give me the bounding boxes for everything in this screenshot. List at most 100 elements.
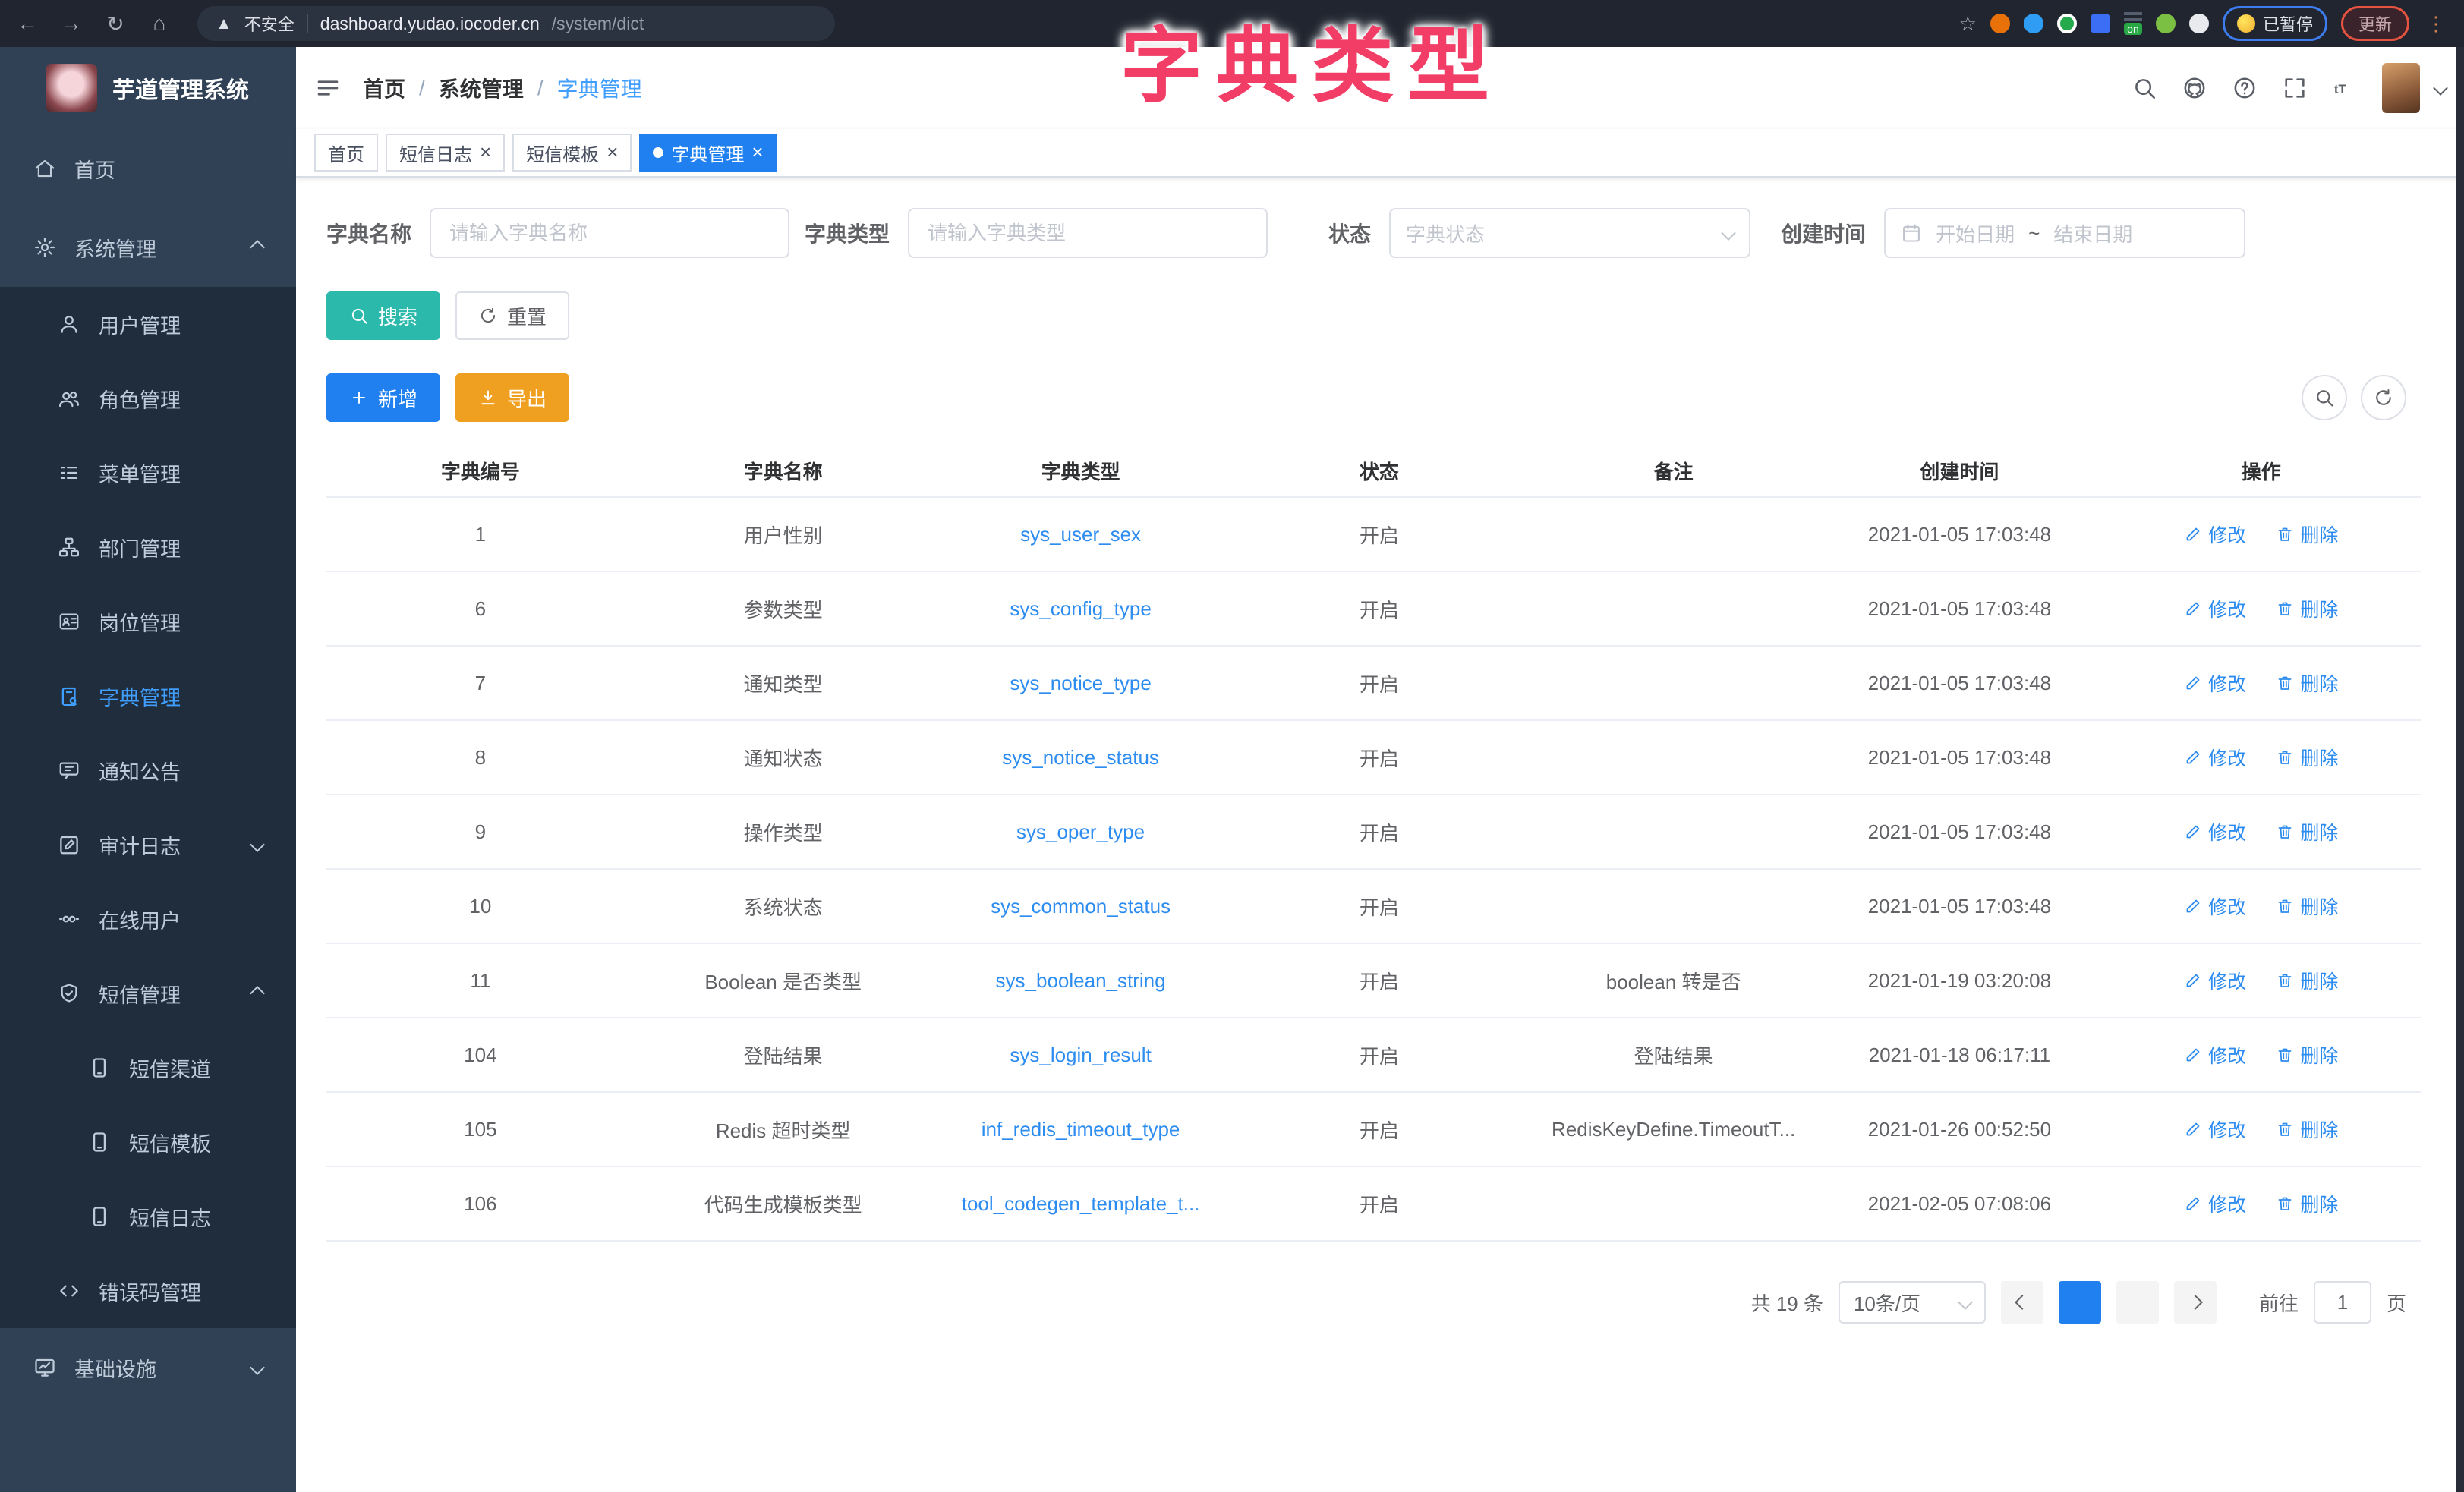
view-tab[interactable]: 首页 bbox=[314, 134, 378, 172]
forward-icon[interactable]: → bbox=[59, 11, 83, 36]
dict-type-link[interactable]: sys_boolean_string bbox=[996, 969, 1166, 992]
sidebar-item[interactable]: 部门管理 bbox=[0, 510, 296, 584]
scrollbar[interactable] bbox=[2456, 47, 2464, 1492]
edit-link[interactable]: 修改 bbox=[2184, 595, 2246, 622]
sidebar-item[interactable]: 基础设施 bbox=[0, 1328, 296, 1407]
edit-link[interactable]: 修改 bbox=[2184, 892, 2246, 920]
edit-link[interactable]: 修改 bbox=[2184, 967, 2246, 994]
browser-menu-icon[interactable]: ⋮ bbox=[2423, 12, 2449, 36]
sidebar-item[interactable]: 在线用户 bbox=[0, 882, 296, 956]
sidebar-item[interactable]: 角色管理 bbox=[0, 361, 296, 436]
delete-link[interactable]: 删除 bbox=[2276, 744, 2338, 771]
delete-link[interactable]: 删除 bbox=[2276, 967, 2338, 994]
page-number-button[interactable] bbox=[2059, 1281, 2101, 1324]
font-size-icon[interactable]: tT bbox=[2332, 75, 2358, 101]
sidebar-item[interactable]: 短信渠道 bbox=[0, 1031, 296, 1105]
delete-link[interactable]: 删除 bbox=[2276, 1116, 2338, 1143]
view-tab[interactable]: 短信模板 bbox=[512, 134, 632, 172]
dict-type-link[interactable]: sys_oper_type bbox=[1016, 820, 1145, 843]
sidebar-item[interactable]: 短信模板 bbox=[0, 1105, 296, 1179]
dict-type-input[interactable] bbox=[908, 208, 1268, 258]
extension-icon[interactable] bbox=[1990, 14, 2010, 33]
delete-link[interactable]: 删除 bbox=[2276, 1190, 2338, 1217]
fullscreen-icon[interactable] bbox=[2282, 75, 2308, 101]
back-icon[interactable]: ← bbox=[15, 11, 39, 36]
dict-type-link[interactable]: tool_codegen_template_t... bbox=[962, 1192, 1200, 1215]
github-icon[interactable] bbox=[2182, 75, 2207, 101]
dict-type-link[interactable]: sys_login_result bbox=[1010, 1043, 1151, 1066]
tab-close-icon[interactable] bbox=[751, 142, 763, 164]
export-button[interactable]: 导出 bbox=[455, 373, 569, 422]
breadcrumb-home[interactable]: 首页 bbox=[363, 73, 405, 103]
sidebar-item[interactable]: 用户管理 bbox=[0, 287, 296, 361]
browser-update-button[interactable]: 更新 bbox=[2341, 6, 2409, 41]
date-range-picker[interactable]: 开始日期 ~ 结束日期 bbox=[1884, 208, 2245, 258]
extension-icon[interactable] bbox=[2057, 14, 2077, 33]
edit-link[interactable]: 修改 bbox=[2184, 1041, 2246, 1069]
user-avatar[interactable] bbox=[2382, 63, 2420, 113]
view-tab[interactable]: 字典管理 bbox=[639, 134, 777, 172]
edit-link[interactable]: 修改 bbox=[2184, 744, 2246, 771]
show-search-button[interactable] bbox=[2302, 375, 2347, 420]
extension-icon[interactable] bbox=[2156, 14, 2176, 33]
edit-link[interactable]: 修改 bbox=[2184, 1190, 2246, 1217]
refresh-table-button[interactable] bbox=[2361, 375, 2406, 420]
delete-link[interactable]: 删除 bbox=[2276, 892, 2338, 920]
add-button[interactable]: 新增 bbox=[326, 373, 440, 422]
extension-icon[interactable] bbox=[2024, 14, 2043, 33]
sidebar-item[interactable]: 系统管理 bbox=[0, 208, 296, 287]
edit-link[interactable]: 修改 bbox=[2184, 669, 2246, 697]
edit-link[interactable]: 修改 bbox=[2184, 818, 2246, 845]
edit-link[interactable]: 修改 bbox=[2184, 521, 2246, 548]
search-button[interactable]: 搜索 bbox=[326, 291, 440, 340]
reset-button[interactable]: 重置 bbox=[455, 291, 569, 340]
sidebar-item[interactable]: 错误码管理 bbox=[0, 1254, 296, 1328]
dict-type-link[interactable]: sys_common_status bbox=[991, 895, 1171, 918]
view-tab[interactable]: 短信日志 bbox=[386, 134, 505, 172]
extension-on-icon[interactable]: on bbox=[2124, 12, 2142, 35]
tab-close-icon[interactable] bbox=[607, 142, 618, 164]
help-icon[interactable] bbox=[2232, 75, 2258, 101]
prev-page-button[interactable] bbox=[2001, 1281, 2043, 1324]
dict-type-link[interactable]: sys_notice_status bbox=[1002, 746, 1159, 769]
delete-link[interactable]: 删除 bbox=[2276, 669, 2338, 697]
extension-icon[interactable] bbox=[2091, 14, 2110, 33]
profile-paused-badge[interactable]: 已暂停 bbox=[2223, 6, 2327, 41]
delete-link[interactable]: 删除 bbox=[2276, 521, 2338, 548]
page-size-select[interactable]: 10条/页 bbox=[1839, 1281, 1986, 1324]
delete-link[interactable]: 删除 bbox=[2276, 1041, 2338, 1069]
sidebar-item[interactable]: 短信日志 bbox=[0, 1179, 296, 1254]
sidebar-item[interactable]: 字典管理 bbox=[0, 659, 296, 733]
delete-link[interactable]: 删除 bbox=[2276, 818, 2338, 845]
bookmark-star-icon[interactable]: ☆ bbox=[1959, 12, 1977, 36]
search-icon[interactable] bbox=[2132, 75, 2157, 101]
caret-down-icon[interactable] bbox=[2433, 80, 2448, 96]
status-select[interactable]: 字典状态 bbox=[1389, 208, 1750, 258]
dict-type-link[interactable]: sys_notice_type bbox=[1010, 672, 1151, 694]
address-bar[interactable]: ▲ 不安全 dashboard.yudao.iocoder.cn/system/… bbox=[197, 6, 835, 41]
reload-icon[interactable]: ↻ bbox=[103, 11, 128, 36]
tab-close-icon[interactable] bbox=[480, 142, 491, 164]
edit-link[interactable]: 修改 bbox=[2184, 1116, 2246, 1143]
page-unit-label: 页 bbox=[2387, 1289, 2406, 1317]
dict-name-input[interactable] bbox=[430, 208, 789, 258]
sidebar-item[interactable]: 首页 bbox=[0, 129, 296, 208]
sidebar-item[interactable]: 审计日志 bbox=[0, 807, 296, 882]
hamburger-icon[interactable] bbox=[314, 74, 342, 102]
sidebar-item[interactable]: 通知公告 bbox=[0, 733, 296, 807]
sidebar-item[interactable]: 短信管理 bbox=[0, 956, 296, 1031]
home-icon[interactable]: ⌂ bbox=[147, 11, 172, 36]
next-page-button[interactable] bbox=[2174, 1281, 2217, 1324]
sidebar-item[interactable]: 菜单管理 bbox=[0, 436, 296, 510]
delete-link[interactable]: 删除 bbox=[2276, 595, 2338, 622]
dict-type-link[interactable]: sys_user_sex bbox=[1020, 523, 1141, 546]
app-logo-avatar bbox=[46, 64, 97, 112]
dict-type-link[interactable]: sys_config_type bbox=[1010, 597, 1151, 620]
sidebar-item[interactable]: 岗位管理 bbox=[0, 584, 296, 659]
page-number-button[interactable] bbox=[2116, 1281, 2159, 1324]
extensions-puzzle-icon[interactable] bbox=[2189, 14, 2209, 33]
dict-type-link[interactable]: inf_redis_timeout_type bbox=[982, 1118, 1180, 1141]
breadcrumb-system[interactable]: 系统管理 bbox=[439, 73, 524, 103]
search-icon bbox=[2314, 387, 2335, 408]
goto-page-input[interactable] bbox=[2314, 1281, 2371, 1324]
